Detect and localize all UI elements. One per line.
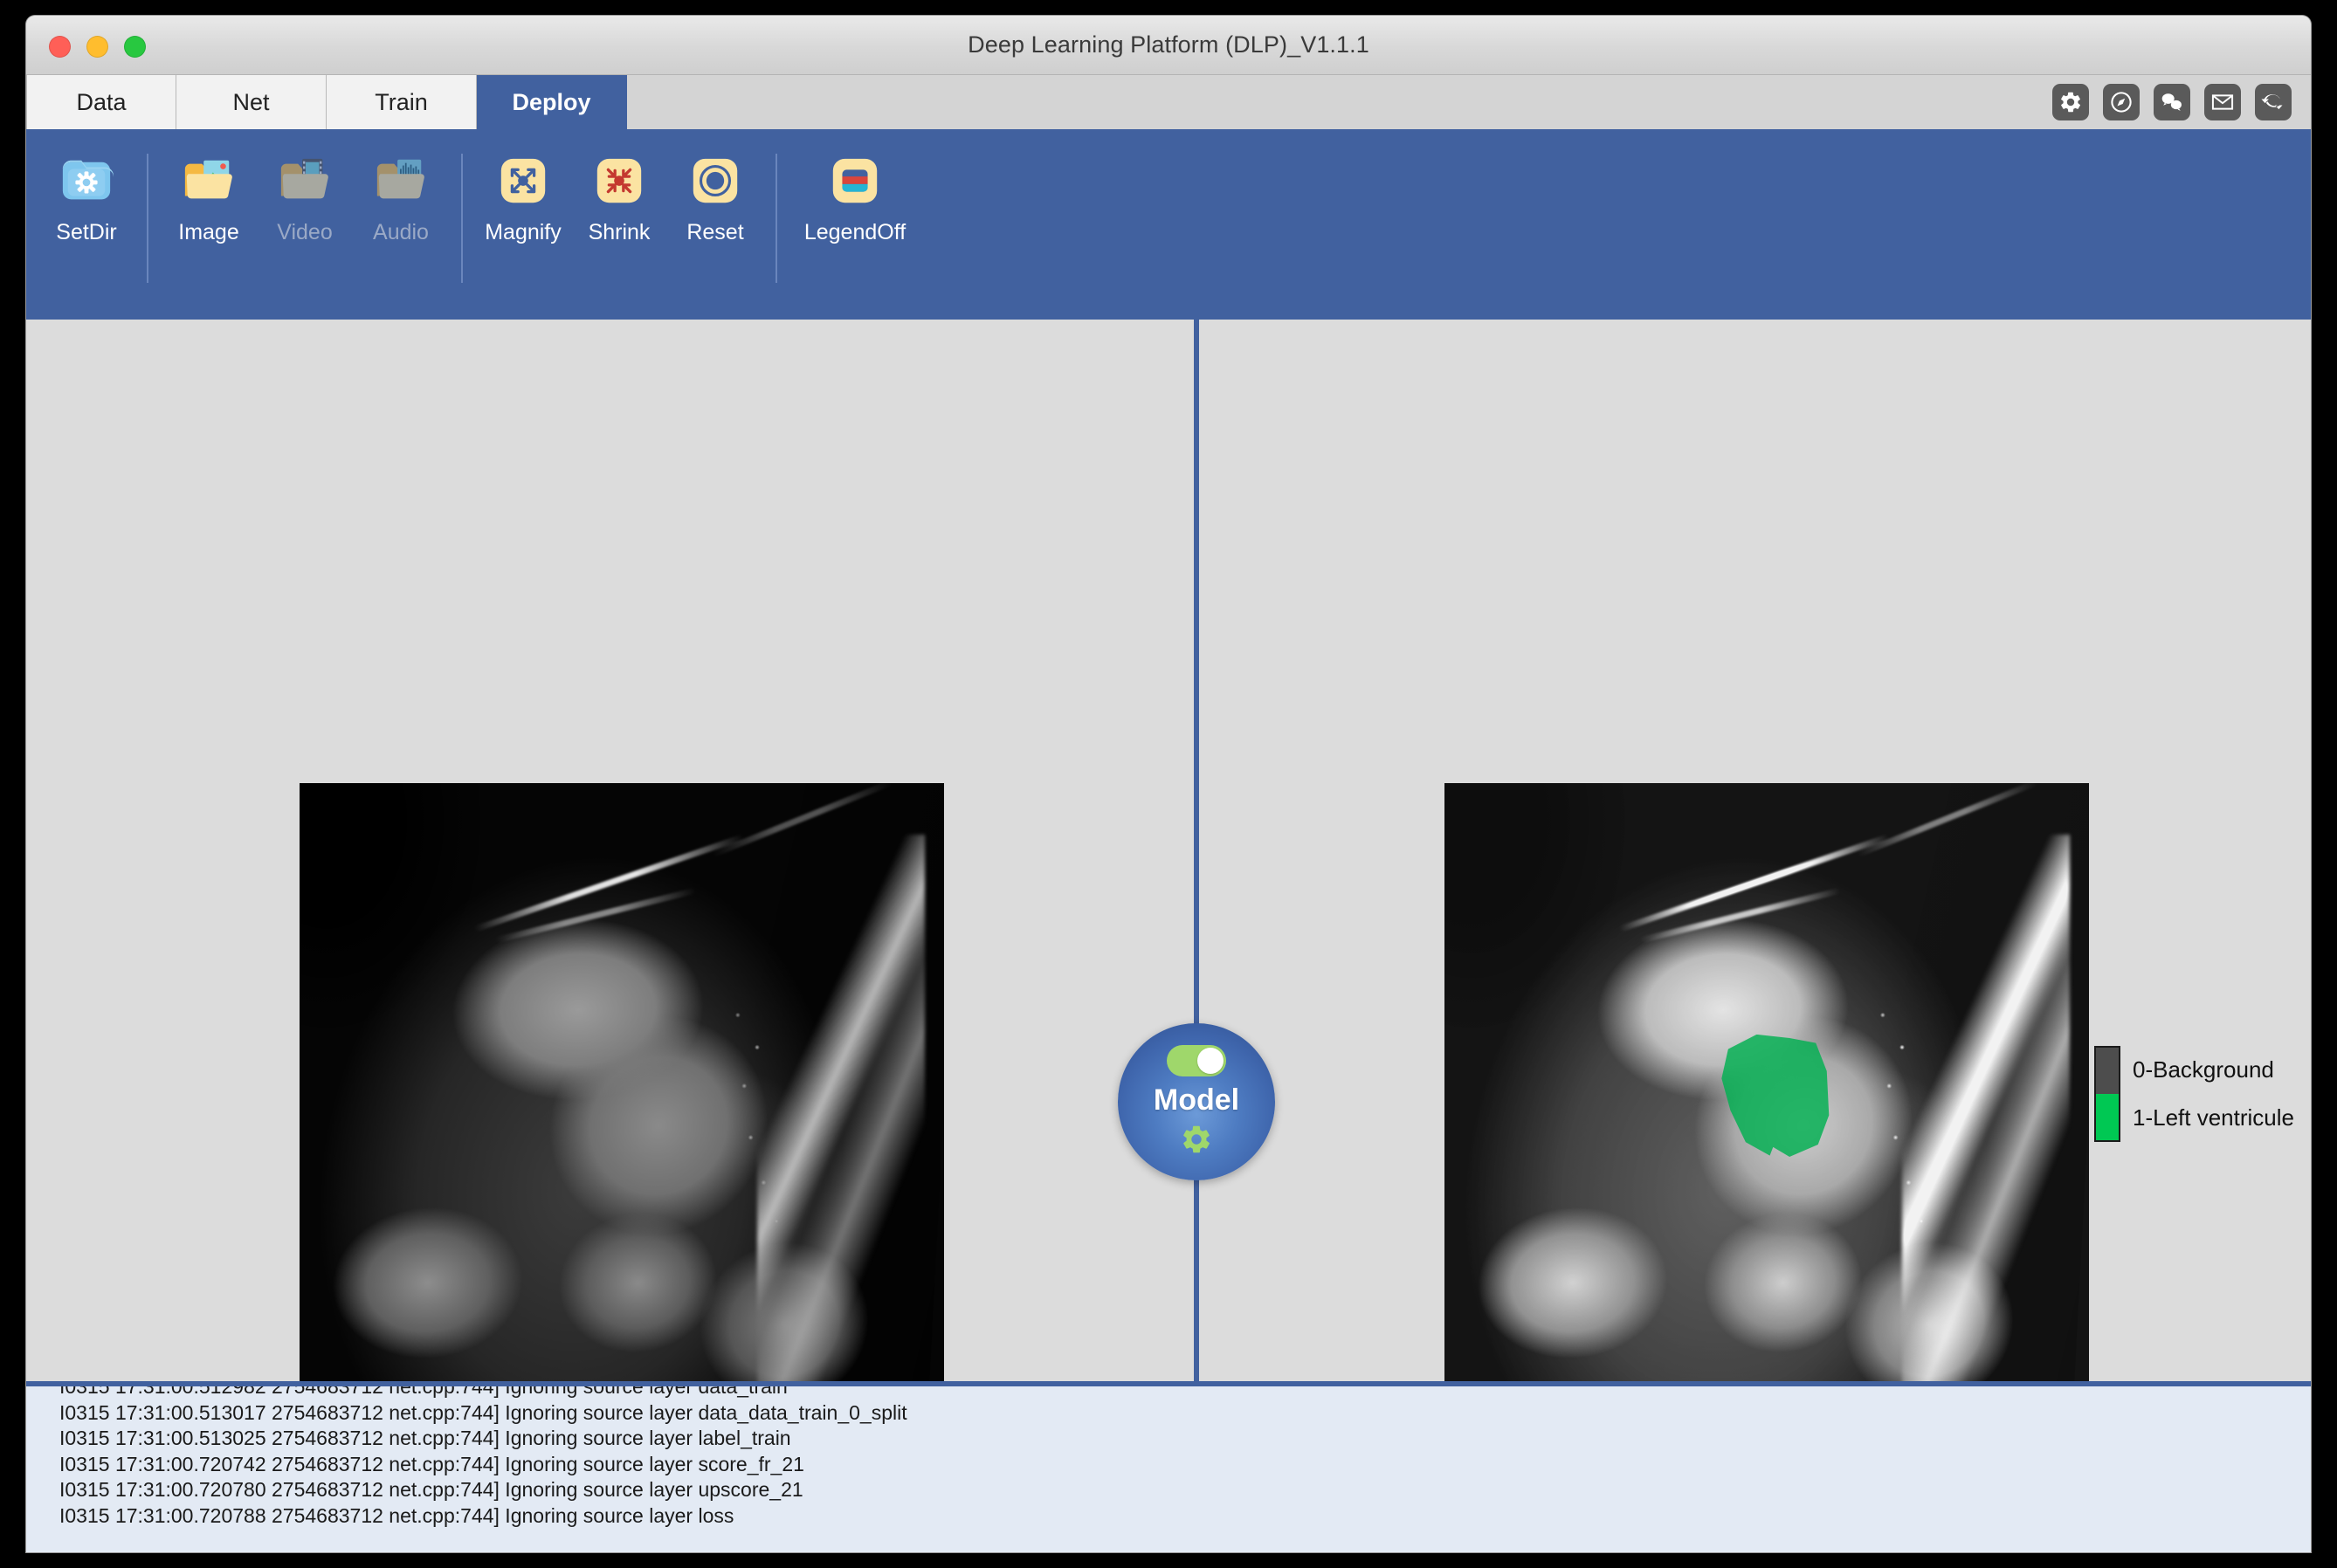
toolbar-separator-2 bbox=[461, 154, 463, 283]
toggle-knob bbox=[1197, 1048, 1224, 1074]
magnify-button[interactable]: Magnify bbox=[475, 129, 571, 244]
log-line: I0315 17:31:00.513025 2754683712 net.cpp… bbox=[59, 1426, 2311, 1452]
tab-train[interactable]: Train bbox=[327, 75, 477, 129]
shrink-button[interactable]: Shrink bbox=[571, 129, 667, 244]
wechat-icon[interactable] bbox=[2154, 84, 2190, 120]
toolbar-group-view: Magnify Shrink bbox=[475, 129, 763, 244]
log-panel[interactable]: I0315 17:31:00.512982 2754683712 net.cpp… bbox=[26, 1381, 2311, 1552]
setdir-button[interactable]: SetDir bbox=[38, 129, 134, 244]
refresh-icon[interactable] bbox=[2255, 84, 2292, 120]
class-legend: 0-Background 1-Left ventricule bbox=[2094, 1046, 2294, 1142]
output-image-frame[interactable] bbox=[1444, 783, 2089, 1381]
folder-audio-icon bbox=[374, 154, 428, 208]
folder-gear-icon bbox=[59, 154, 114, 208]
magnify-label: Magnify bbox=[485, 222, 562, 244]
legend-colorbar bbox=[2094, 1046, 2120, 1142]
shrink-icon bbox=[592, 154, 646, 208]
log-line: I0315 17:31:00.720742 2754683712 net.cpp… bbox=[59, 1452, 2311, 1478]
video-label: Video bbox=[277, 222, 333, 244]
log-line: I0315 17:31:00.720780 2754683712 net.cpp… bbox=[59, 1477, 2311, 1503]
deploy-canvas[interactable]: Model 0-Background 1-Left ventricule bbox=[26, 320, 2311, 1381]
video-button[interactable]: Video bbox=[257, 129, 353, 244]
folder-video-icon bbox=[278, 154, 332, 208]
legend-label-list: 0-Background 1-Left ventricule bbox=[2133, 1046, 2294, 1142]
model-enable-toggle[interactable] bbox=[1167, 1045, 1226, 1076]
application-window: Deep Learning Platform (DLP)_V1.1.1 Data… bbox=[26, 16, 2311, 1552]
titlebar-tool-icons bbox=[2052, 75, 2311, 129]
image-label: Image bbox=[178, 222, 238, 244]
main-tab-bar: Data Net Train Deploy bbox=[26, 75, 2311, 129]
toolbar-separator-1 bbox=[147, 154, 148, 283]
tab-data[interactable]: Data bbox=[26, 75, 176, 129]
model-node[interactable]: Model bbox=[1118, 1023, 1275, 1180]
model-node-label: Model bbox=[1154, 1083, 1239, 1118]
tab-deploy[interactable]: Deploy bbox=[477, 75, 627, 129]
pipeline-divider-line bbox=[1194, 320, 1199, 1381]
legendoff-button[interactable]: LegendOff bbox=[789, 129, 920, 244]
reset-label: Reset bbox=[686, 222, 743, 244]
setdir-label: SetDir bbox=[56, 222, 116, 244]
folder-image-icon bbox=[182, 154, 236, 208]
toolbar-group-directory: SetDir bbox=[38, 129, 134, 244]
log-line: I0315 17:31:00.512982 2754683712 net.cpp… bbox=[59, 1381, 2311, 1400]
audio-label: Audio bbox=[373, 222, 429, 244]
audio-button[interactable]: Audio bbox=[353, 129, 449, 244]
log-lines: I0315 17:31:00.512982 2754683712 net.cpp… bbox=[26, 1381, 2311, 1529]
window-title: Deep Learning Platform (DLP)_V1.1.1 bbox=[26, 31, 2311, 58]
gear-icon[interactable] bbox=[2052, 84, 2089, 120]
legend-swatch-background bbox=[2096, 1048, 2119, 1094]
legend-label-background: 0-Background bbox=[2133, 1046, 2294, 1094]
input-image-frame[interactable] bbox=[300, 783, 944, 1381]
legend-swatch-left-ventricule bbox=[2096, 1094, 2119, 1140]
log-line: I0315 17:31:00.720788 2754683712 net.cpp… bbox=[59, 1503, 2311, 1530]
log-line: I0315 17:31:00.513017 2754683712 net.cpp… bbox=[59, 1400, 2311, 1427]
legend-icon bbox=[828, 154, 882, 208]
tab-net[interactable]: Net bbox=[176, 75, 327, 129]
reset-button[interactable]: Reset bbox=[667, 129, 763, 244]
legendoff-label: LegendOff bbox=[804, 222, 906, 244]
toolbar-group-legend: LegendOff bbox=[789, 129, 920, 244]
reset-icon bbox=[688, 154, 742, 208]
toolbar-separator-3 bbox=[776, 154, 777, 283]
image-button[interactable]: Image bbox=[161, 129, 257, 244]
cardiac-mri-input bbox=[300, 783, 944, 1381]
deploy-toolbar: SetDir Image bbox=[26, 129, 2311, 320]
gear-icon[interactable] bbox=[1180, 1123, 1213, 1156]
legend-label-left-ventricule: 1-Left ventricule bbox=[2133, 1094, 2294, 1142]
toolbar-group-media: Image bbox=[161, 129, 449, 244]
magnify-icon bbox=[496, 154, 550, 208]
mail-icon[interactable] bbox=[2204, 84, 2241, 120]
title-bar: Deep Learning Platform (DLP)_V1.1.1 bbox=[26, 16, 2311, 75]
shrink-label: Shrink bbox=[589, 222, 651, 244]
compass-icon[interactable] bbox=[2103, 84, 2140, 120]
